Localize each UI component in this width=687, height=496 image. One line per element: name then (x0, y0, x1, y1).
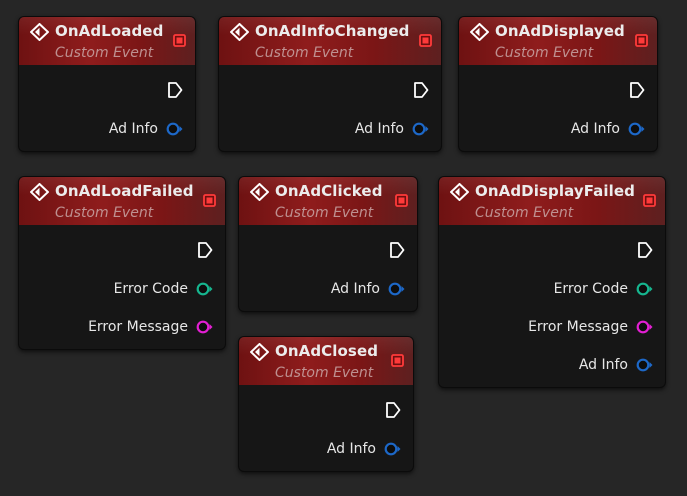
event-node-on-ad-displayed[interactable]: OnAdDisplayed Custom Event Ad Info (458, 16, 658, 152)
output-pin-ad-info[interactable]: Ad Info (355, 119, 429, 139)
node-title: OnAdLoaded (55, 22, 164, 40)
node-title: OnAdDisplayed (495, 22, 625, 40)
output-pin-error-message[interactable]: Error Message (528, 317, 653, 337)
pin-label: Ad Info (330, 281, 380, 297)
node-header[interactable]: OnAdClicked Custom Event (239, 177, 417, 225)
delegate-square-icon[interactable] (391, 354, 404, 367)
node-title: OnAdClicked (275, 182, 383, 200)
node-header[interactable]: OnAdLoaded Custom Event (19, 17, 195, 65)
event-diamond-icon (450, 183, 469, 201)
int-pin-icon[interactable] (636, 282, 653, 296)
delegate-square-icon[interactable] (419, 34, 432, 47)
event-node-on-ad-closed[interactable]: OnAdClosed Custom Event Ad Info (238, 336, 414, 472)
pin-label: Ad Info (354, 121, 404, 137)
event-diamond-icon (250, 343, 269, 361)
event-diamond-icon (30, 183, 49, 201)
event-node-on-ad-loaded[interactable]: OnAdLoaded Custom Event Ad Info (18, 16, 196, 152)
pin-label: Ad Info (108, 121, 158, 137)
event-diamond-icon (470, 23, 489, 41)
event-node-on-ad-clicked[interactable]: OnAdClicked Custom Event Ad Info (238, 176, 418, 312)
pin-label: Ad Info (570, 121, 620, 137)
event-diamond-icon (30, 23, 49, 41)
event-node-on-ad-load-failed[interactable]: OnAdLoadFailed Custom Event Error Code E… (18, 176, 226, 350)
node-subtitle: Custom Event (275, 365, 374, 381)
delegate-square-icon[interactable] (203, 194, 216, 207)
struct-pin-icon[interactable] (628, 122, 645, 136)
node-header[interactable]: OnAdDisplayed Custom Event (459, 17, 657, 65)
string-pin-icon[interactable] (636, 320, 653, 334)
output-pin-ad-info[interactable]: Ad Info (331, 279, 405, 299)
struct-pin-icon[interactable] (412, 122, 429, 136)
event-node-on-ad-info-changed[interactable]: OnAdInfoChanged Custom Event Ad Info (218, 16, 442, 152)
pin-label: Error Code (553, 281, 628, 297)
delegate-square-icon[interactable] (173, 34, 186, 47)
exec-arrow-pin-icon[interactable] (637, 241, 653, 259)
string-pin-icon[interactable] (196, 320, 213, 334)
exec-arrow-pin-icon[interactable] (629, 81, 645, 99)
node-header[interactable]: OnAdClosed Custom Event (239, 337, 413, 385)
node-subtitle: Custom Event (55, 205, 154, 221)
node-title: OnAdClosed (275, 342, 379, 360)
output-pin-ad-info[interactable]: Ad Info (571, 119, 645, 139)
pin-label: Error Message (88, 319, 188, 335)
node-title: OnAdDisplayFailed (475, 182, 635, 200)
pin-label: Error Message (528, 319, 628, 335)
exec-arrow-pin-icon[interactable] (413, 81, 429, 99)
pin-label: Error Code (113, 281, 188, 297)
node-subtitle: Custom Event (275, 205, 374, 221)
delegate-square-icon[interactable] (395, 194, 408, 207)
delegate-square-icon[interactable] (635, 34, 648, 47)
output-pin-error-message[interactable]: Error Message (88, 317, 213, 337)
node-subtitle: Custom Event (495, 45, 594, 61)
pin-label: Ad Info (326, 441, 376, 457)
output-pin-error-code[interactable]: Error Code (554, 279, 653, 299)
pin-label: Ad Info (578, 357, 628, 373)
int-pin-icon[interactable] (196, 282, 213, 296)
event-diamond-icon (250, 183, 269, 201)
struct-pin-icon[interactable] (388, 282, 405, 296)
output-pin-ad-info[interactable]: Ad Info (327, 439, 401, 459)
struct-pin-icon[interactable] (384, 442, 401, 456)
struct-pin-icon[interactable] (166, 122, 183, 136)
node-subtitle: Custom Event (55, 45, 154, 61)
output-pin-error-code[interactable]: Error Code (114, 279, 213, 299)
event-node-on-ad-display-failed[interactable]: OnAdDisplayFailed Custom Event Error Cod… (438, 176, 666, 388)
struct-pin-icon[interactable] (636, 358, 653, 372)
node-header[interactable]: OnAdLoadFailed Custom Event (19, 177, 225, 225)
exec-arrow-pin-icon[interactable] (389, 241, 405, 259)
node-header[interactable]: OnAdDisplayFailed Custom Event (439, 177, 665, 225)
output-pin-ad-info[interactable]: Ad Info (579, 355, 653, 375)
delegate-square-icon[interactable] (643, 194, 656, 207)
event-diamond-icon (230, 23, 249, 41)
node-subtitle: Custom Event (255, 45, 354, 61)
node-subtitle: Custom Event (475, 205, 574, 221)
output-pin-ad-info[interactable]: Ad Info (109, 119, 183, 139)
node-header[interactable]: OnAdInfoChanged Custom Event (219, 17, 441, 65)
exec-arrow-pin-icon[interactable] (167, 81, 183, 99)
node-title: OnAdLoadFailed (55, 182, 194, 200)
exec-arrow-pin-icon[interactable] (197, 241, 213, 259)
exec-arrow-pin-icon[interactable] (385, 401, 401, 419)
node-title: OnAdInfoChanged (255, 22, 410, 40)
